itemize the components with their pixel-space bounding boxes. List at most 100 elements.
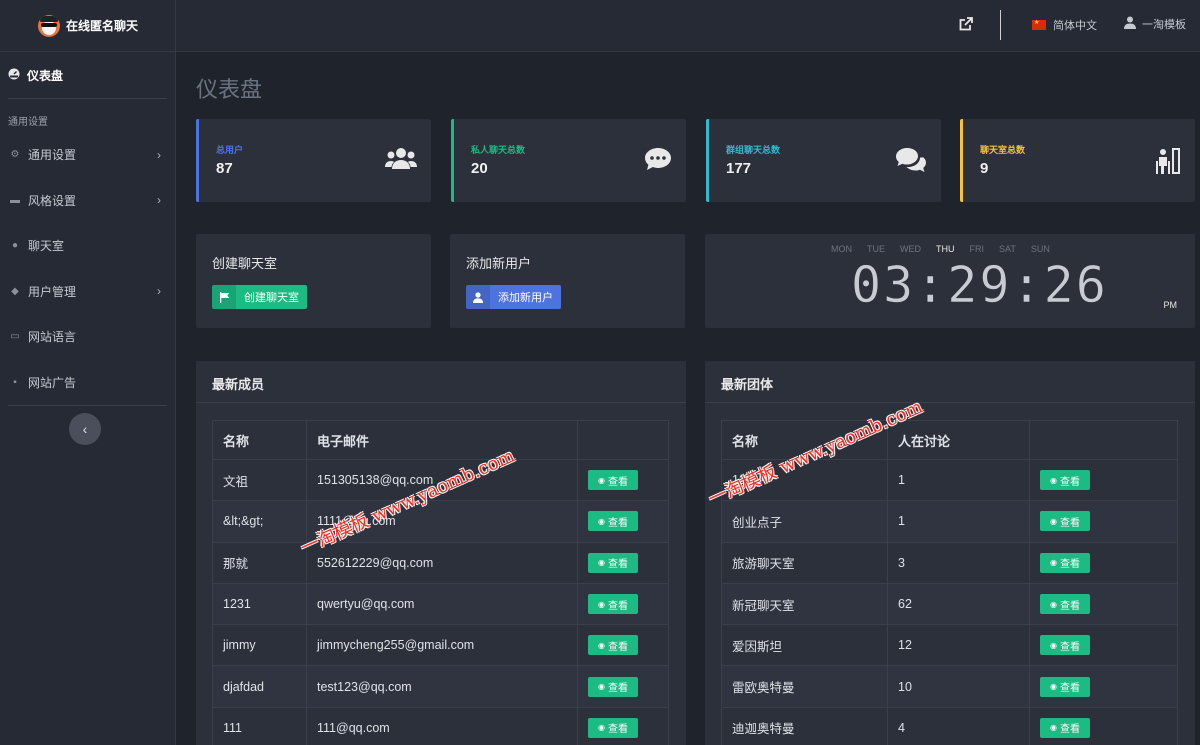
table-cell-action: ◉ 查看 bbox=[1029, 582, 1178, 626]
column-header bbox=[1029, 420, 1178, 460]
topbar: 简体中文 一淘模板 bbox=[176, 0, 1200, 52]
room-icon bbox=[1155, 147, 1181, 180]
user-menu[interactable]: 一淘模板 bbox=[1124, 16, 1186, 32]
table-cell-count: 10 bbox=[887, 665, 1030, 708]
table-row: 迪迦奥特曼 4 ◉ 查看 bbox=[721, 706, 1178, 745]
table-cell-action: ◉ 查看 bbox=[577, 582, 669, 626]
table-row: 创业点子 1 ◉ 查看 bbox=[721, 500, 1178, 543]
brand-logo-icon bbox=[38, 14, 60, 37]
chevron-right-icon: › bbox=[157, 284, 161, 299]
panel-title: 最新团体 bbox=[705, 361, 1195, 403]
view-button[interactable]: ◉ 查看 bbox=[1040, 594, 1090, 615]
sidebar-item-label: 风格设置 bbox=[28, 193, 77, 208]
external-link-icon[interactable] bbox=[958, 16, 974, 37]
table-cell-action: ◉ 查看 bbox=[577, 458, 669, 502]
view-button[interactable]: ◉ 查看 bbox=[588, 717, 638, 738]
view-button[interactable]: ◉ 查看 bbox=[588, 552, 638, 573]
view-button[interactable]: ◉ 查看 bbox=[1040, 511, 1090, 532]
add-user-button[interactable]: 添加新用户 bbox=[466, 285, 561, 309]
stat-card-private-chats: 私人聊天总数 20 bbox=[451, 119, 686, 202]
gear-icon: ⚙ bbox=[10, 149, 20, 161]
latest-members-panel: 最新成员 名称 电子邮件 文祖 151305138@qq.com ◉ 查看 &lt;&g… bbox=[196, 361, 686, 745]
table-row: 旅游聊天室 3 ◉ 查看 bbox=[721, 541, 1178, 584]
user-icon bbox=[466, 285, 490, 309]
sidebar-item-label: 用户管理 bbox=[28, 284, 77, 299]
stat-label: 总用户 bbox=[216, 145, 244, 155]
stat-label: 群组聊天总数 bbox=[726, 145, 781, 155]
sidebar-item-dashboard[interactable]: 仪表盘 bbox=[0, 52, 175, 98]
weekday-label: FRI bbox=[969, 244, 985, 254]
table-cell-count: 4 bbox=[887, 706, 1030, 745]
table-row: 爱因斯坦 12 ◉ 查看 bbox=[721, 624, 1178, 667]
table-cell-action: ◉ 查看 bbox=[1029, 458, 1178, 502]
weekday-label: SUN bbox=[1030, 244, 1050, 254]
table-cell-name: jimmy bbox=[212, 624, 307, 667]
table-cell-email: jimmycheng255@gmail.com bbox=[306, 624, 578, 667]
view-button[interactable]: ◉ 查看 bbox=[588, 635, 638, 656]
sidebar-item-0[interactable]: ⚙ 通用设置 › bbox=[0, 132, 175, 178]
create-room-button[interactable]: 创建聊天室 bbox=[212, 285, 307, 309]
weekday-row: MON TUE WED THU FRI SAT SUN bbox=[831, 244, 1050, 254]
sidebar-item-1[interactable]: ▬ 风格设置 › bbox=[0, 178, 175, 224]
create-room-card: 创建聊天室 创建聊天室 bbox=[196, 234, 431, 328]
panel-title: 最新成员 bbox=[196, 361, 686, 403]
view-button[interactable]: ◉ 查看 bbox=[588, 676, 638, 697]
column-header: 电子邮件 bbox=[306, 420, 578, 460]
table-cell-action: ◉ 查看 bbox=[577, 706, 669, 745]
comments-icon bbox=[895, 147, 927, 178]
eye-icon: ◉ bbox=[598, 640, 605, 650]
table-cell-count: 12 bbox=[887, 624, 1030, 667]
table-row: djafdad test123@qq.com ◉ 查看 bbox=[212, 665, 669, 708]
view-button[interactable]: ◉ 查看 bbox=[588, 594, 638, 615]
chevron-right-icon: › bbox=[157, 147, 161, 162]
table-cell-name: 那就 bbox=[212, 541, 307, 584]
column-header: 名称 bbox=[212, 420, 307, 460]
sidebar-item-4[interactable]: ▭ 网站语言 bbox=[0, 314, 175, 360]
sidebar-item-label: 网站语言 bbox=[28, 330, 77, 345]
table-row: 那就 552612229@qq.com ◉ 查看 bbox=[212, 541, 669, 584]
sidebar-item-3[interactable]: ◆ 用户管理 › bbox=[0, 269, 175, 315]
sidebar-item-5[interactable]: ▪ 网站广告 bbox=[0, 360, 175, 406]
table-cell-action: ◉ 查看 bbox=[577, 665, 669, 708]
table-cell-name: 创业点子 bbox=[721, 500, 888, 543]
user-icon bbox=[1124, 16, 1136, 32]
sidebar-item-label: 仪表盘 bbox=[27, 68, 64, 83]
view-button[interactable]: ◉ 查看 bbox=[588, 511, 638, 532]
table-cell-count: 62 bbox=[887, 582, 1030, 626]
view-button[interactable]: ◉ 查看 bbox=[1040, 470, 1090, 491]
sidebar-section-title: 通用设置 bbox=[8, 117, 48, 128]
eye-icon: ◉ bbox=[1050, 682, 1057, 692]
table-cell-count: 1 bbox=[887, 500, 1030, 543]
view-button[interactable]: ◉ 查看 bbox=[1040, 717, 1090, 738]
view-button[interactable]: ◉ 查看 bbox=[1040, 635, 1090, 656]
view-button[interactable]: ◉ 查看 bbox=[1040, 552, 1090, 573]
stat-card-rooms: 聊天室总数 9 bbox=[960, 119, 1195, 202]
view-button[interactable]: ◉ 查看 bbox=[1040, 676, 1090, 697]
view-button[interactable]: ◉ 查看 bbox=[588, 470, 638, 491]
eye-icon: ◉ bbox=[598, 599, 605, 609]
table-cell-action: ◉ 查看 bbox=[1029, 706, 1178, 745]
table-row: 新冠聊天室 62 ◉ 查看 bbox=[721, 582, 1178, 626]
sidebar-item-label: 网站广告 bbox=[28, 375, 77, 390]
language-selector[interactable]: 简体中文 bbox=[1032, 17, 1097, 33]
weekday-label: TUE bbox=[867, 244, 885, 254]
table-cell-email: 552612229@qq.com bbox=[306, 541, 578, 584]
brand-title: 在线匿名聊天 bbox=[66, 19, 139, 33]
table-row: jimmy jimmycheng255@gmail.com ◉ 查看 bbox=[212, 624, 669, 667]
sidebar-item-2[interactable]: ● 聊天室 bbox=[0, 223, 175, 269]
brand[interactable]: 在线匿名聊天 bbox=[0, 0, 175, 52]
table-cell-name: 爱因斯坦 bbox=[721, 624, 888, 667]
sidebar-collapse-button[interactable]: ‹ bbox=[69, 413, 101, 445]
table-cell-email: qwertyu@qq.com bbox=[306, 582, 578, 626]
eye-icon: ◉ bbox=[598, 723, 605, 733]
dashboard-icon bbox=[8, 68, 20, 83]
table-cell-name: 迪迦奥特曼 bbox=[721, 706, 888, 745]
eye-icon: ◉ bbox=[598, 516, 605, 526]
eye-icon: ◉ bbox=[1050, 475, 1057, 485]
stat-label: 聊天室总数 bbox=[980, 145, 1026, 155]
table-cell-action: ◉ 查看 bbox=[1029, 624, 1178, 667]
clock-ampm: PM bbox=[1163, 300, 1178, 310]
stat-card-users: 总用户 87 bbox=[196, 119, 431, 202]
flag-icon bbox=[212, 285, 236, 309]
users-icon: ◆ bbox=[11, 285, 19, 297]
